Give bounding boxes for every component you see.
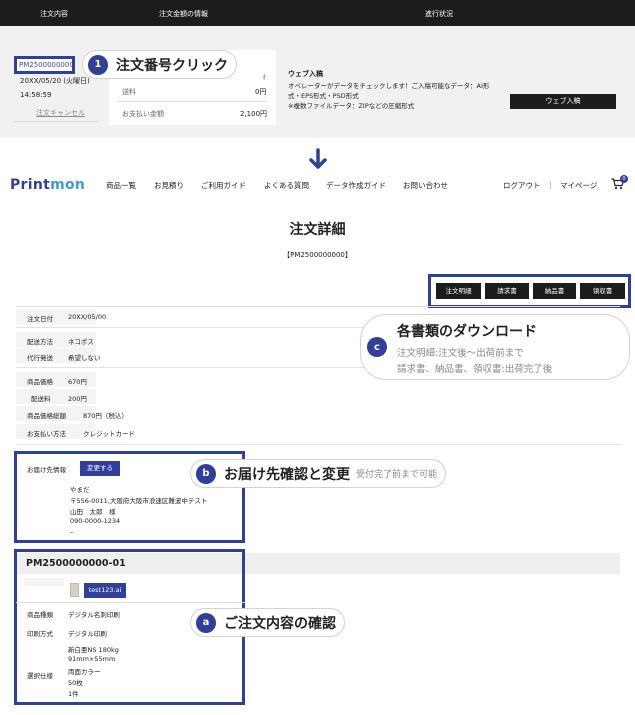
divider: [16, 602, 245, 603]
page-title: 注文詳細: [289, 222, 346, 238]
delivery-name: やまだ: [70, 486, 90, 494]
item-id: PM2500000000-01: [26, 558, 126, 569]
row-value-product-price: 670円: [68, 378, 87, 386]
nav-item-data-guide[interactable]: データ作成ガイド: [326, 180, 386, 191]
logout-link[interactable]: ログアウト: [503, 180, 541, 191]
divider: [16, 306, 620, 307]
order-number-heading: 【PM2500000000】: [283, 251, 352, 259]
nav-item-products[interactable]: 商品一覧: [106, 180, 136, 191]
column-progress: 進行状況: [425, 10, 453, 18]
delivery-extra: –: [70, 528, 74, 536]
spec-quantity: 50枚: [68, 679, 83, 687]
divider: [14, 121, 99, 122]
divider: [16, 444, 620, 445]
callout-sub: 受付完了前まで可能: [356, 470, 438, 480]
row-value-shipping-method: ネコポス: [68, 338, 94, 346]
callout-title: 各書類のダウンロード: [397, 324, 537, 340]
callout-documents: c 各書類のダウンロード 注文明細:注文後〜出荷前まで 請求書、納品書、領収書:…: [360, 314, 630, 380]
order-list-header: 注文内容 注文金額の情報 進行状況: [0, 0, 635, 26]
web-upload-desc-1: オペレーターがデータをチェックします！ご入稿可能なデータ：AI形: [288, 82, 490, 90]
row-label-shipping-fee: 配送料: [31, 395, 51, 403]
partial-text: f: [263, 74, 266, 82]
callout-delivery: b お届け先確認と変更 受付完了前まで可能: [190, 459, 447, 488]
spec-size: 91mm×55mm: [68, 655, 116, 663]
doc-invoice-button[interactable]: 請求書: [485, 283, 529, 299]
callout-sub-1: 注文明細:注文後〜出荷前まで: [397, 348, 524, 359]
doc-receipt-button[interactable]: 領収書: [580, 283, 625, 299]
total-value: 2,100円: [240, 110, 268, 118]
nav-item-estimate[interactable]: お見積り: [154, 180, 184, 191]
total-label: お支払い金額: [122, 110, 164, 118]
doc-order-details-button[interactable]: 注文明細: [436, 283, 481, 299]
column-order-content: 注文内容: [40, 10, 68, 18]
cart-count-badge: 0: [620, 175, 628, 183]
doc-delivery-note-button[interactable]: 納品書: [533, 283, 576, 299]
callout-sub-2: 請求書、納品書、領収書:出荷完了後: [397, 364, 553, 375]
row-value-order-date: 20XX/05/00: [68, 313, 107, 321]
callout-order-number-click: 1 注文番号クリック: [82, 50, 237, 79]
callout-title: ご注文内容の確認: [224, 615, 336, 632]
spec-color: 両面カラー: [68, 668, 101, 676]
divider: [118, 101, 266, 102]
nav-item-guide[interactable]: ご利用ガイド: [201, 180, 246, 191]
logo-part-1: Print: [10, 177, 51, 193]
web-upload-desc-2: 式・EPS形式・PSD形式: [288, 92, 359, 100]
callout-order-content: a ご注文内容の確認: [190, 608, 345, 637]
callout-badge: 1: [88, 54, 108, 75]
file-thumbnail: [70, 583, 79, 597]
row-label-payment-method: お支払い方法: [27, 430, 66, 438]
row-value-product-type: デジタル名刺印刷: [68, 611, 120, 619]
callout-badge: a: [196, 612, 216, 633]
row-value-shipping-fee: 200円: [68, 395, 87, 403]
column-order-amount: 注文金額の情報: [159, 10, 208, 18]
row-value-print-method: デジタル印刷: [68, 630, 107, 638]
nav-separator: |: [549, 180, 552, 189]
shipping-value: 0円: [255, 88, 267, 96]
row-label-product-type: 商品種類: [27, 611, 53, 619]
row-value-payment-method: クレジットカード: [83, 430, 135, 438]
row-label-spec: 選択仕様: [27, 672, 53, 680]
row-label-bg: [24, 578, 64, 586]
callout-badge: b: [196, 463, 216, 484]
order-id-link[interactable]: PM2500000000: [14, 56, 75, 74]
nav-item-contact[interactable]: お問い合わせ: [403, 180, 448, 191]
row-label-product-price: 商品価格: [27, 378, 53, 386]
row-label-order-date: 注文日付: [27, 315, 53, 323]
callout-title: 注文番号クリック: [116, 57, 228, 74]
row-value-proxy-shipping: 希望しない: [68, 354, 101, 362]
logo[interactable]: Printmon: [10, 177, 85, 193]
row-value-total-price: 870円（税込）: [83, 412, 128, 420]
arrow-down-icon: [309, 148, 327, 169]
order-cancel-link[interactable]: 注文キャンセル: [36, 108, 85, 118]
logo-part-2: mon: [50, 177, 86, 193]
callout-badge: c: [367, 337, 387, 357]
row-label-print-method: 印刷方式: [27, 630, 53, 638]
mypage-link[interactable]: マイページ: [560, 180, 597, 191]
callout-title: お届け先確認と変更: [224, 466, 350, 483]
shipping-label: 送料: [122, 88, 136, 96]
row-label-proxy-shipping: 代行発送: [27, 354, 53, 362]
row-label-total-price: 商品価格総額: [27, 412, 66, 420]
order-date: 20XX/05/20 (火曜日): [20, 77, 90, 85]
delivery-address: 〒556-0011,大阪府大阪市浪速区難波中テスト: [70, 497, 208, 505]
web-upload-title: ウェブ入稿: [288, 70, 323, 78]
delivery-phone: 090-0000-1234: [70, 517, 121, 525]
row-label-shipping-method: 配送方法: [27, 338, 53, 346]
change-delivery-button[interactable]: 変更する: [80, 461, 120, 476]
spec-count: 1件: [68, 690, 79, 698]
file-name-button[interactable]: test123.ai: [84, 583, 126, 598]
spec-paper: 新白亜NS 180kg: [68, 646, 119, 654]
web-upload-desc-3: ※複数ファイルデータ：ZIPなどの圧縮形式: [288, 102, 415, 110]
delivery-info-label: お届け先情報: [27, 466, 66, 474]
web-upload-button[interactable]: ウェブ入稿: [510, 94, 616, 109]
delivery-recipient: 山田 太郎 様: [70, 508, 116, 516]
order-time: 14:58:59: [20, 91, 52, 99]
nav-item-faq[interactable]: よくある質問: [264, 180, 309, 191]
